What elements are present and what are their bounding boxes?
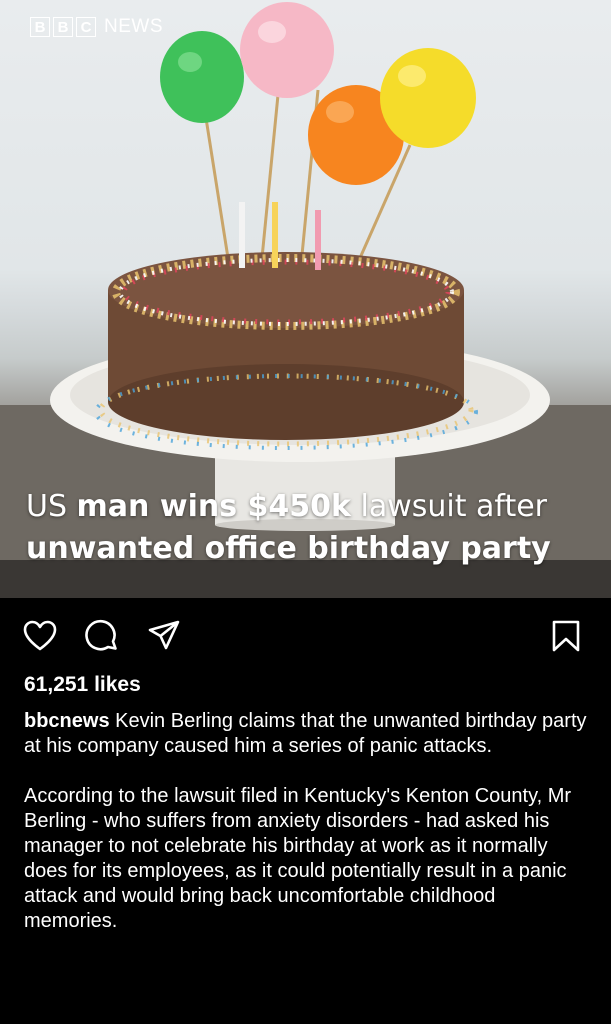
caption-paragraph-2: According to the lawsuit filed in Kentuc… bbox=[24, 785, 572, 932]
headline-part-bold: unwanted office birthday party bbox=[26, 531, 551, 566]
headline-part-bold: man wins $450k bbox=[76, 489, 351, 524]
pink-balloon bbox=[240, 2, 334, 98]
bbc-logo-block: B bbox=[30, 17, 50, 37]
post-image[interactable]: B B C NEWS US man wins $450k lawsuit aft… bbox=[0, 0, 611, 598]
comment-button[interactable] bbox=[84, 618, 120, 654]
bbc-logo-block: B bbox=[53, 17, 73, 37]
image-headline: US man wins $450k lawsuit after unwanted… bbox=[26, 486, 596, 570]
candle-white bbox=[239, 202, 245, 268]
likes-count[interactable]: 61,251 likes bbox=[24, 673, 141, 697]
comment-icon bbox=[85, 619, 117, 651]
headline-part: lawsuit after bbox=[350, 489, 548, 524]
candle-yellow bbox=[272, 202, 278, 268]
caption-paragraph: bbcnews Kevin Berling claims that the un… bbox=[24, 709, 592, 759]
yellow-balloon bbox=[380, 48, 476, 148]
send-icon bbox=[148, 620, 180, 650]
like-button[interactable] bbox=[22, 618, 58, 654]
headline-part: US bbox=[26, 489, 77, 524]
candle-pink bbox=[315, 210, 321, 270]
bookmark-icon bbox=[552, 620, 580, 652]
green-balloon bbox=[160, 31, 244, 123]
heart-icon bbox=[23, 620, 57, 651]
save-button[interactable] bbox=[548, 618, 584, 654]
bbc-logo-block: C bbox=[76, 17, 96, 37]
share-button[interactable] bbox=[146, 618, 182, 654]
bbc-news-logo: B B C NEWS bbox=[30, 16, 163, 38]
post-caption: bbcnews Kevin Berling claims that the un… bbox=[24, 709, 592, 934]
bbc-logo-news-text: NEWS bbox=[104, 16, 163, 37]
caption-username[interactable]: bbcnews bbox=[24, 710, 110, 732]
post-actions-bar bbox=[0, 612, 611, 658]
